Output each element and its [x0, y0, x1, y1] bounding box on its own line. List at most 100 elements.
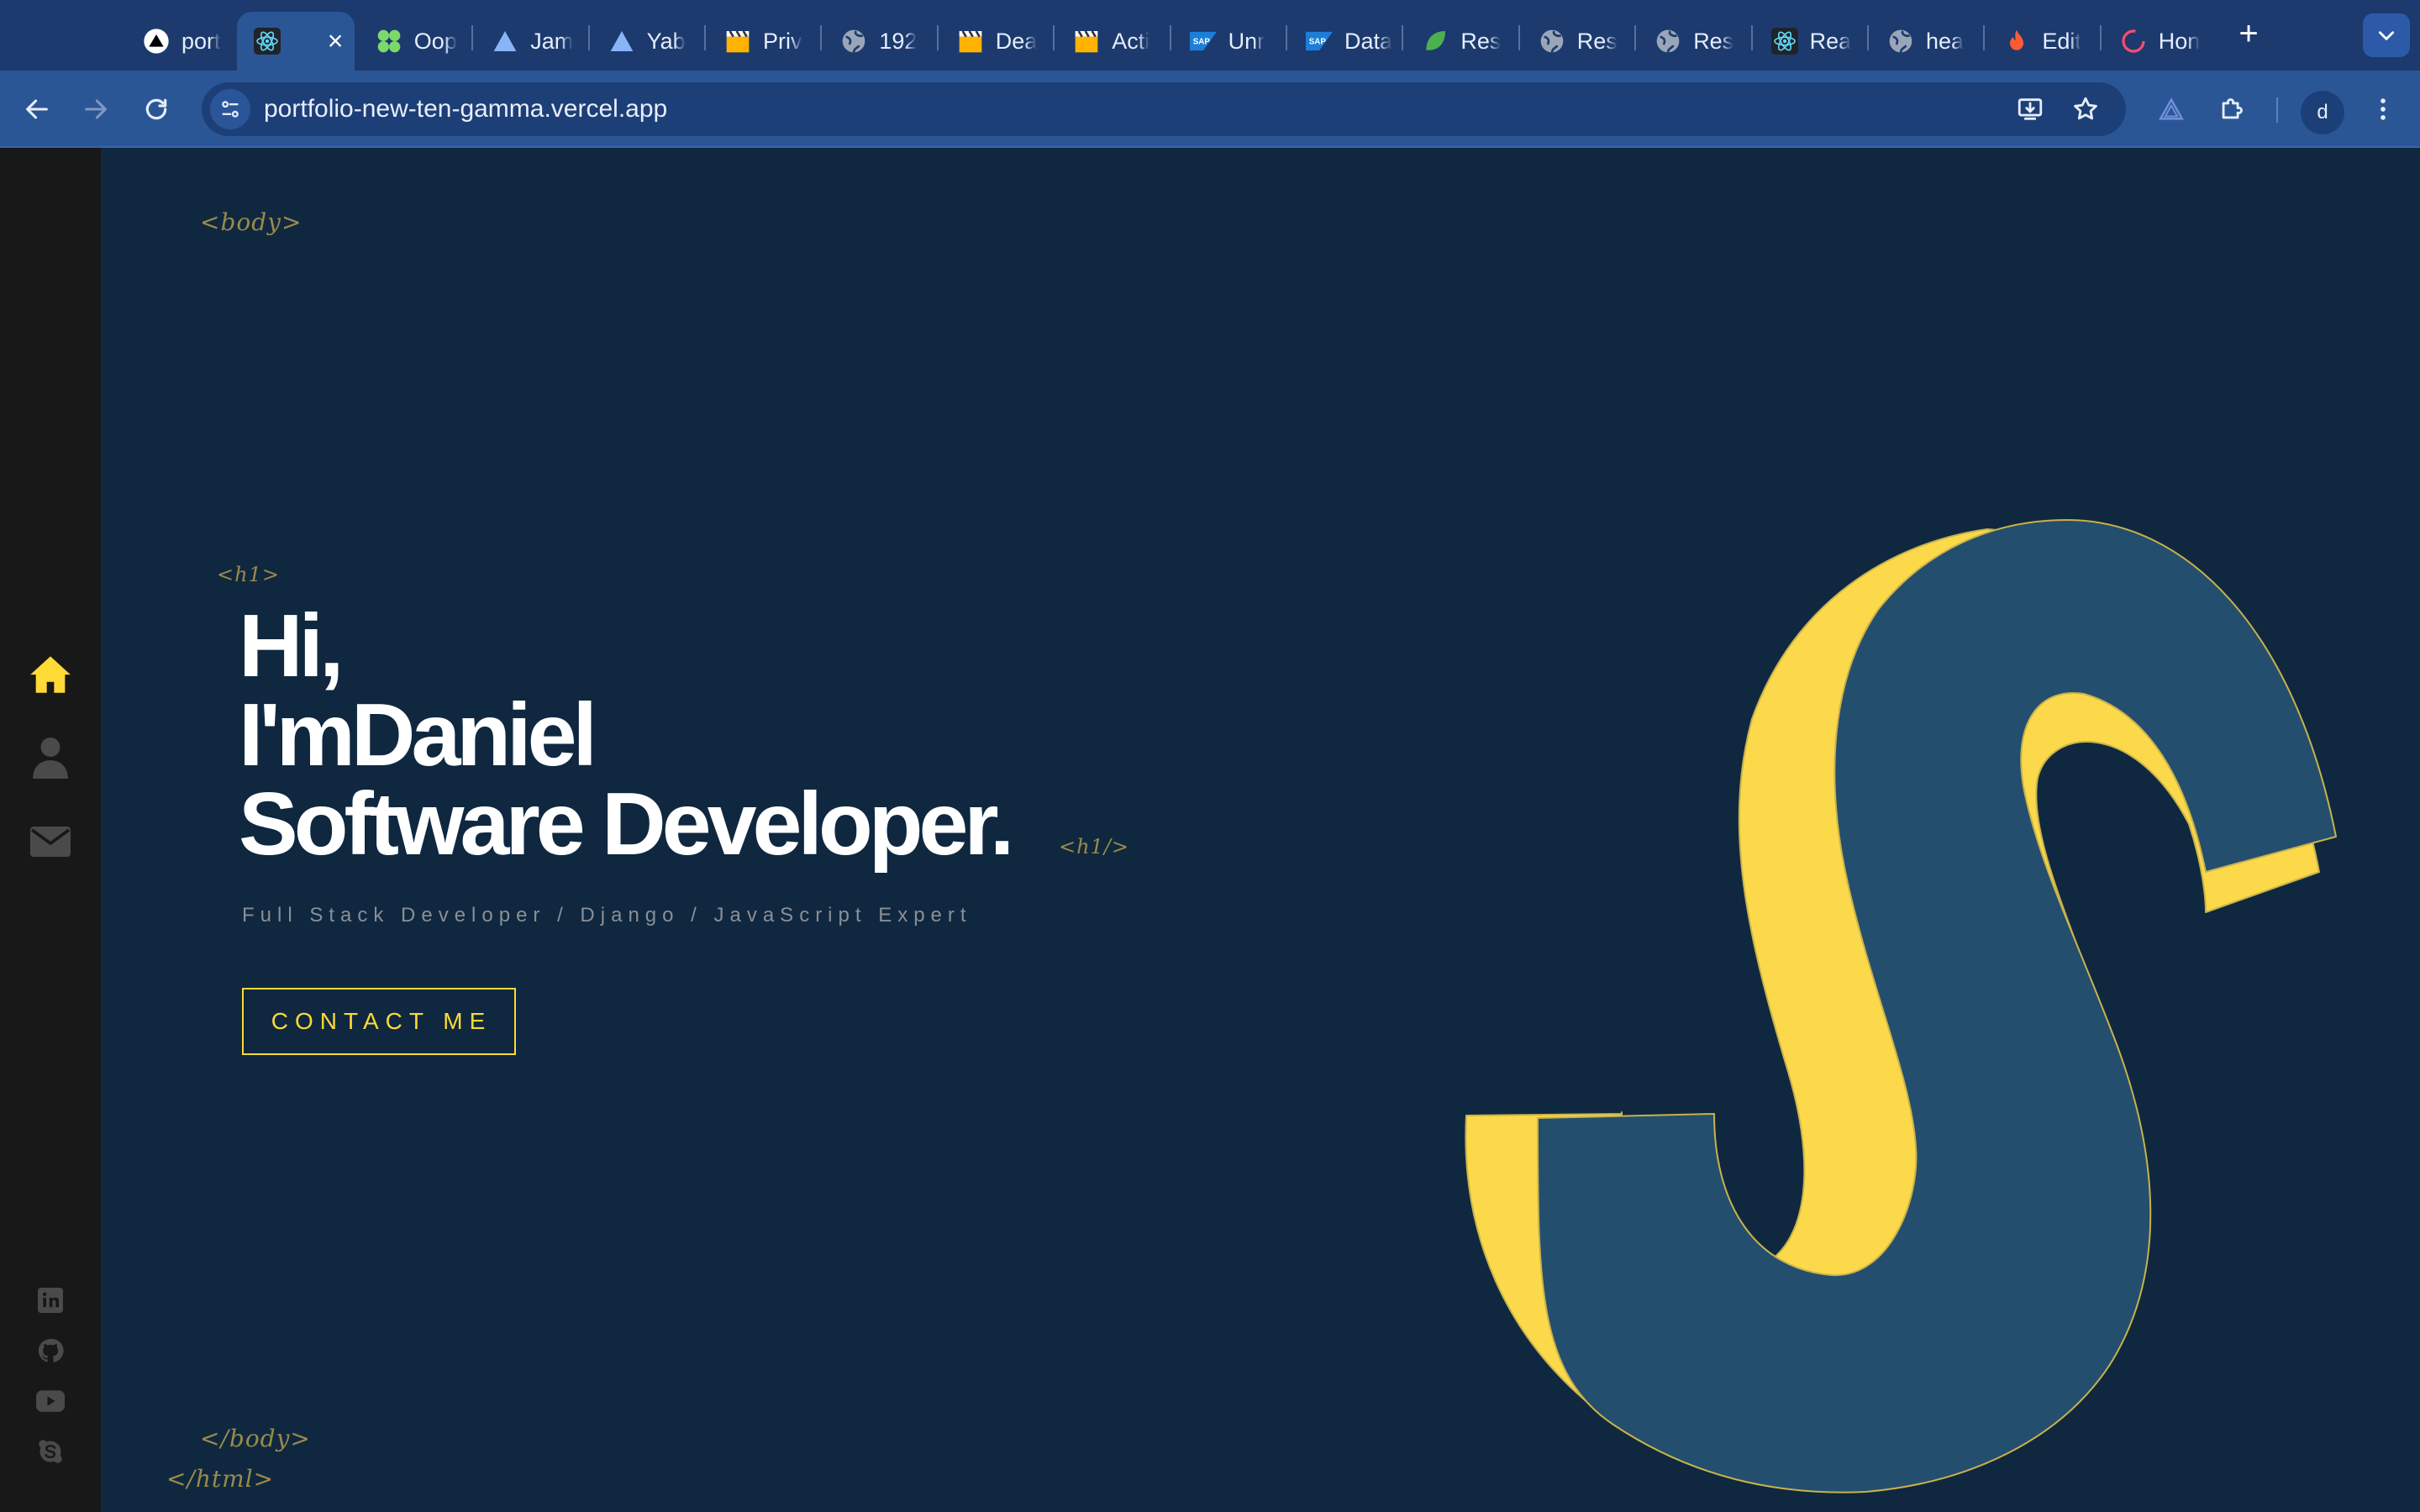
browser-tab[interactable]: SAP Data — [1289, 12, 1405, 71]
tab-separator — [1169, 25, 1171, 50]
main-content: <body> <h1> Hi, I'mDaniel Software Devel… — [101, 148, 2420, 1512]
bookmark-button[interactable] — [2065, 89, 2106, 129]
browser-tab[interactable]: Priv — [708, 12, 823, 71]
s-logo-graphic — [1465, 519, 2337, 1494]
react-icon — [1770, 28, 1798, 55]
address-bar[interactable]: portfolio-new-ten-gamma.vercel.app — [202, 82, 2126, 136]
site-info-button[interactable] — [210, 89, 250, 129]
new-tab-button[interactable]: + — [2228, 13, 2269, 54]
kebab-menu-icon — [2381, 98, 2386, 120]
tab-title: Jam — [530, 28, 574, 54]
tab-separator — [1518, 25, 1520, 50]
github-icon — [38, 1338, 64, 1362]
browser-tab[interactable]: Edit — [1986, 12, 2102, 71]
youtube-link[interactable] — [35, 1386, 66, 1416]
tab-title: port — [182, 28, 221, 54]
browser-tab[interactable]: Res — [1638, 12, 1754, 71]
user-icon — [33, 738, 68, 779]
tab-title: Acti — [1112, 28, 1150, 54]
sap-icon: SAP — [1189, 28, 1217, 55]
tab-strip: port × Oop Jam Yab Priv 192 Dea Acti SAP Unr SAP Dat… — [0, 0, 2420, 71]
tab-separator — [2099, 25, 2102, 50]
browser-tab[interactable]: Rea — [1754, 12, 1870, 71]
clapperboard-icon — [724, 28, 751, 55]
nav-home[interactable] — [25, 648, 76, 699]
browser-tab[interactable]: Res — [1522, 12, 1638, 71]
skype-link[interactable] — [35, 1436, 66, 1467]
clapperboard-icon — [957, 28, 984, 55]
tab-separator — [1634, 25, 1637, 50]
sidebar — [0, 148, 101, 1512]
browser-tab[interactable]: Jam — [475, 12, 591, 71]
h1-close-tag: <h1/> — [1059, 835, 1130, 858]
browser-tab[interactable]: × — [237, 12, 355, 71]
skype-icon — [39, 1440, 62, 1463]
sap-icon: SAP — [1306, 28, 1333, 55]
browser-tab[interactable]: 192 — [823, 12, 939, 71]
reload-icon — [145, 98, 167, 120]
leaf-icon — [1422, 28, 1449, 55]
url-text[interactable]: portfolio-new-ten-gamma.vercel.app — [264, 82, 667, 136]
tab-search-button[interactable] — [2363, 13, 2410, 57]
tab-separator — [1286, 25, 1287, 50]
tab-separator — [704, 25, 706, 50]
arrow-right-icon — [85, 99, 107, 119]
chevron-down-icon — [2379, 31, 2394, 40]
back-button[interactable] — [17, 89, 57, 129]
globe-icon — [1655, 28, 1681, 55]
reload-button[interactable] — [136, 89, 176, 129]
browser-tab[interactable]: Dea — [940, 12, 1056, 71]
youtube-icon — [36, 1390, 65, 1412]
linkedin-icon — [38, 1288, 63, 1313]
browser-tab[interactable]: Res — [1405, 12, 1521, 71]
browser-menu-button[interactable] — [2363, 89, 2403, 129]
browser-tab[interactable]: Acti — [1056, 12, 1172, 71]
tab-title: hea — [1926, 28, 1965, 54]
h1-open-tag: <h1> — [217, 563, 280, 586]
swirl-icon — [2120, 28, 2147, 55]
tab-separator — [1053, 25, 1055, 50]
tab-separator — [1750, 25, 1753, 50]
tab-title: Hon — [2158, 28, 2201, 54]
globe-icon — [840, 28, 867, 55]
github-link[interactable] — [35, 1336, 66, 1366]
tab-title: Edit — [2042, 28, 2081, 54]
install-app-button[interactable] — [2010, 89, 2050, 129]
react-icon — [254, 28, 281, 55]
browser-tab[interactable]: Oop — [359, 12, 475, 71]
nav-contact[interactable] — [25, 816, 76, 867]
hero-heading: Hi, I'mDaniel Software Developer. — [239, 601, 1014, 869]
profile-button[interactable]: d — [2301, 91, 2344, 134]
tab-title: Oop — [413, 28, 457, 54]
browser-tab[interactable]: port — [126, 12, 242, 71]
browser-tab[interactable]: Hon — [2103, 12, 2219, 71]
tune-icon — [222, 101, 239, 118]
linkedin-link[interactable] — [35, 1285, 66, 1315]
hero-subtitle: Full Stack Developer / Django / JavaScri… — [242, 904, 972, 927]
forward-button[interactable] — [76, 89, 116, 129]
tab-title: Priv — [763, 28, 802, 54]
browser-tab[interactable]: Yab — [592, 12, 708, 71]
nav-about[interactable] — [25, 732, 76, 783]
body-open-tag: <body> — [200, 208, 302, 236]
browser-tab[interactable]: SAP Unr — [1173, 12, 1289, 71]
tab-separator — [1402, 25, 1404, 50]
tab-title: Unr — [1228, 28, 1265, 54]
tab-title: Res — [1460, 28, 1502, 54]
tab-title: 192 — [879, 28, 918, 54]
clover-icon — [376, 28, 402, 55]
tab-separator — [820, 25, 823, 50]
globe-icon — [1887, 28, 1914, 55]
tab-title: Dea — [995, 28, 1038, 54]
tab-title: Data — [1344, 28, 1393, 54]
triangle-icon — [492, 28, 518, 55]
install-icon — [2018, 98, 2043, 120]
extension-button[interactable] — [2151, 89, 2191, 129]
close-tab-button[interactable]: × — [328, 26, 344, 57]
vercel-triangle-icon — [143, 28, 170, 55]
envelope-icon — [30, 827, 71, 857]
extensions-menu-button[interactable] — [2212, 89, 2252, 129]
toolbar-divider — [2276, 97, 2278, 123]
contact-me-button[interactable]: CONTACT ME — [242, 988, 516, 1055]
browser-tab[interactable]: hea — [1870, 12, 1986, 71]
